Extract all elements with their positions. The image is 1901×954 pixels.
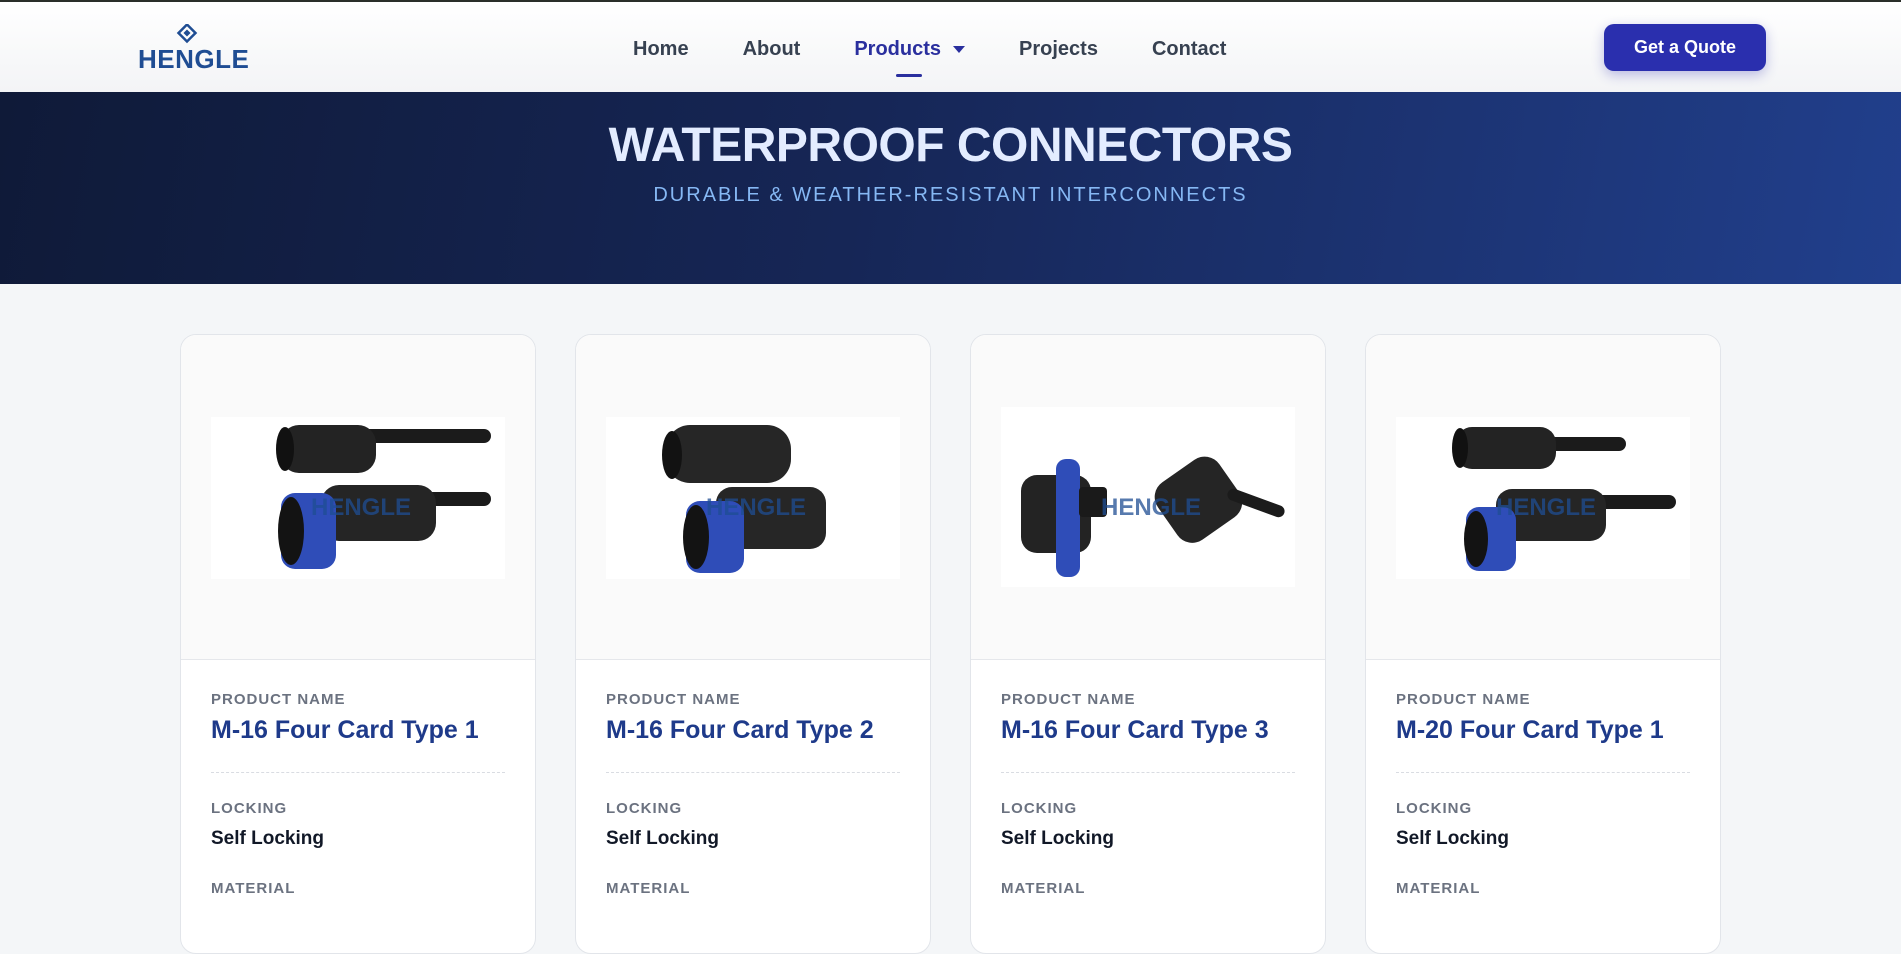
product-card[interactable]: HENGLE PRODUCT NAME M-20 Four Card Type … [1365, 334, 1721, 954]
site-header: HENGLE Home About Products Projects Cont… [0, 2, 1901, 92]
page-title: WATERPROOF CONNECTORS [608, 119, 1293, 172]
product-name-label: PRODUCT NAME [1001, 691, 1136, 708]
material-label: MATERIAL [211, 880, 296, 897]
hero-banner: WATERPROOF CONNECTORS DURABLE & WEATHER-… [0, 92, 1901, 284]
image-watermark: HENGLE [1101, 494, 1201, 521]
divider [606, 772, 900, 773]
product-image[interactable]: HENGLE [1001, 407, 1295, 587]
nav-projects-label: Projects [1019, 37, 1098, 60]
product-info: PRODUCT NAME M-20 Four Card Type 1 LOCKI… [1396, 660, 1690, 897]
logo-text: HENGLE [138, 44, 250, 74]
locking-label: LOCKING [1001, 800, 1078, 817]
nav-home-label: Home [633, 37, 689, 60]
product-grid: HENGLE PRODUCT NAME M-16 Four Card Type … [180, 334, 1721, 954]
product-info: PRODUCT NAME M-16 Four Card Type 3 LOCKI… [1001, 660, 1295, 897]
active-nav-indicator [896, 73, 923, 77]
material-label: MATERIAL [1396, 880, 1481, 897]
connector-image-icon: HENGLE [1021, 456, 1285, 577]
product-card[interactable]: HENGLE PRODUCT NAME M-16 Four Card Type … [970, 334, 1326, 954]
connector-image-icon: HENGLE [276, 425, 491, 569]
divider [1001, 772, 1295, 773]
connector-image-icon: HENGLE [662, 425, 826, 573]
image-watermark: HENGLE [706, 494, 806, 521]
page-subtitle: DURABLE & WEATHER-RESISTANT INTERCONNECT… [653, 184, 1248, 206]
product-name-label: PRODUCT NAME [1396, 691, 1531, 708]
product-name-label: PRODUCT NAME [211, 691, 346, 708]
material-label: MATERIAL [1001, 880, 1086, 897]
image-watermark: HENGLE [1496, 494, 1596, 521]
product-name[interactable]: M-16 Four Card Type 1 [211, 716, 505, 745]
diamond-logo-icon [176, 24, 198, 44]
locking-value: Self Locking [211, 828, 324, 849]
nav-contact-label: Contact [1151, 37, 1227, 60]
product-card[interactable]: HENGLE PRODUCT NAME M-16 Four Card Type … [575, 334, 931, 954]
nav-about-label: About [742, 37, 801, 60]
product-image-area: HENGLE [1366, 335, 1720, 660]
locking-label: LOCKING [1396, 800, 1473, 817]
product-info: PRODUCT NAME M-16 Four Card Type 2 LOCKI… [606, 660, 900, 897]
image-watermark: HENGLE [311, 494, 411, 521]
product-name[interactable]: M-20 Four Card Type 1 [1396, 716, 1690, 745]
product-image[interactable]: HENGLE [1396, 417, 1690, 579]
product-name[interactable]: M-16 Four Card Type 2 [606, 716, 900, 745]
locking-value: Self Locking [606, 828, 719, 849]
connector-image-icon: HENGLE [1452, 427, 1676, 571]
product-card[interactable]: HENGLE PRODUCT NAME M-16 Four Card Type … [180, 334, 536, 954]
nav-products[interactable]: Products [854, 37, 966, 77]
nav-projects[interactable]: Projects [1019, 38, 1098, 61]
product-info: PRODUCT NAME M-16 Four Card Type 1 LOCKI… [211, 660, 505, 897]
product-image[interactable]: HENGLE [211, 417, 505, 579]
product-name-label: PRODUCT NAME [606, 691, 741, 708]
nav-home[interactable]: Home [633, 38, 689, 61]
locking-label: LOCKING [211, 800, 288, 817]
locking-value: Self Locking [1001, 828, 1114, 849]
product-image[interactable]: HENGLE [606, 417, 900, 579]
locking-value: Self Locking [1396, 828, 1509, 849]
nav-about[interactable]: About [743, 38, 801, 61]
get-a-quote-button[interactable]: Get a Quote [1604, 24, 1766, 71]
caret-down-icon [953, 45, 966, 53]
material-label: MATERIAL [606, 880, 691, 897]
product-image-area: HENGLE [971, 335, 1325, 660]
product-image-area: HENGLE [181, 335, 535, 660]
locking-label: LOCKING [606, 800, 683, 817]
divider [211, 772, 505, 773]
nav-contact[interactable]: Contact [1152, 38, 1226, 61]
nav-products-label: Products [854, 37, 942, 60]
product-image-area: HENGLE [576, 335, 930, 660]
logo[interactable]: HENGLE [138, 24, 250, 74]
main-nav: Home About Products Projects Contact [633, 36, 1280, 77]
product-name[interactable]: M-16 Four Card Type 3 [1001, 716, 1295, 745]
divider [1396, 772, 1690, 773]
